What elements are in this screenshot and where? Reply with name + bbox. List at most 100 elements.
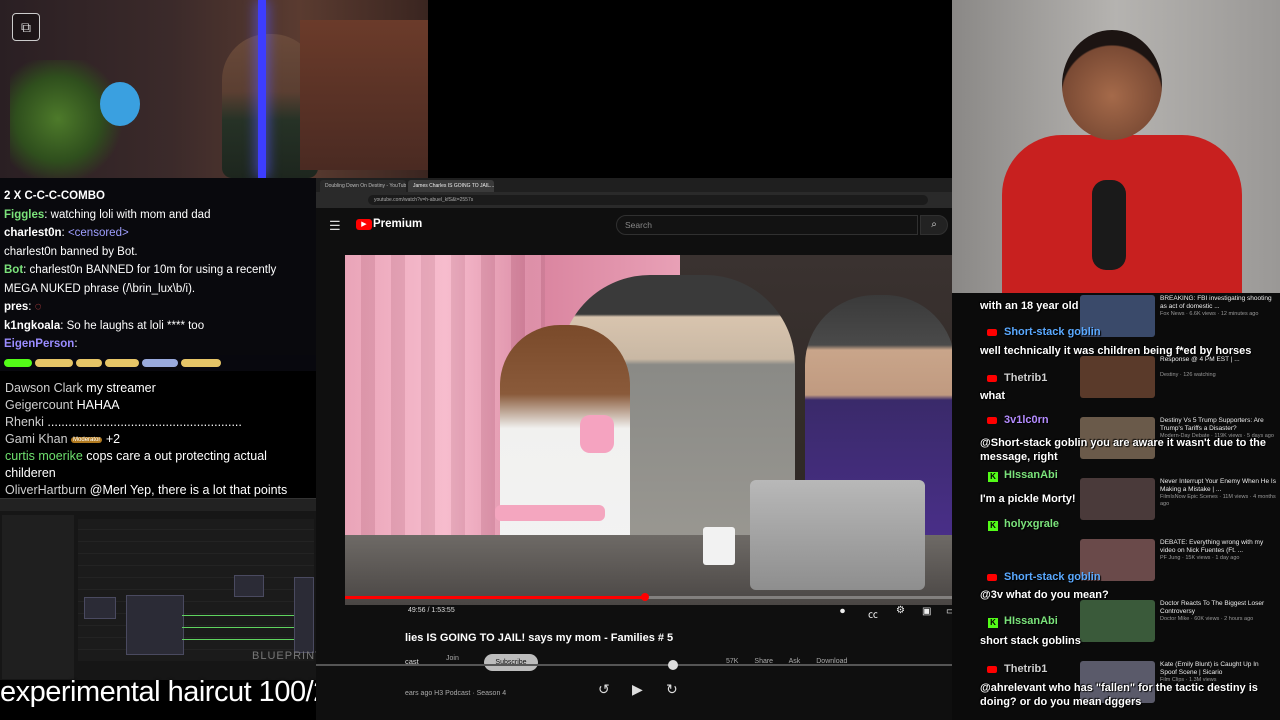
blueprint-graph[interactable] [78, 519, 314, 661]
chat-message: well technically it was children being f… [980, 345, 1252, 357]
screenshot-icon[interactable]: ⧉ [12, 13, 40, 41]
graph-node[interactable] [234, 575, 264, 597]
video-thumbnail[interactable] [1080, 600, 1155, 642]
laptop [750, 480, 925, 590]
graph-wire [182, 639, 294, 640]
chat-username: curtis moerike [5, 449, 83, 463]
youtube-brand[interactable]: Premium [373, 218, 422, 230]
streamer-webcam-right [952, 0, 1280, 293]
recommended-title[interactable]: Never Interrupt Your Enemy When He Is Ma… [1160, 478, 1276, 494]
chat-username: Short-stack goblin [1004, 571, 1101, 583]
chat-username: holyxgrale [1004, 518, 1060, 530]
recommended-video[interactable]: Response @ 4 PM EST | ... Destiny · 126 w… [1080, 356, 1276, 412]
badge [35, 359, 73, 367]
recommended-video[interactable]: Doctor Reacts To The Biggest Loser Contr… [1080, 600, 1276, 656]
kick-icon: K [988, 521, 998, 531]
kick-icon: K [988, 618, 998, 628]
chat-line: k1ngkoala: So he laughs at loli **** too [4, 320, 312, 339]
recommended-title[interactable]: Doctor Reacts To The Biggest Loser Contr… [1160, 600, 1276, 616]
search-icon[interactable]: ⌕ [920, 215, 948, 235]
video-meta: ears ago H3 Podcast · Season 4 [405, 690, 507, 697]
chat-message: what [980, 390, 1006, 402]
play-icon[interactable]: ▶ [632, 681, 643, 698]
autoplay-toggle-icon[interactable]: ⏺ [840, 606, 845, 617]
youtube-header: ☰ ▶ Premium Search ⌕ [316, 208, 952, 244]
pink-microphone [580, 415, 614, 453]
rewind-icon[interactable]: ↺ [598, 681, 610, 698]
chat-message: childeren [5, 466, 56, 480]
streamer-figure [992, 20, 1242, 293]
graph-node[interactable] [84, 597, 116, 619]
chat-line: MEGA NUKED phrase (/\brin_lux\b/i). [4, 283, 312, 302]
settings-gear-icon[interactable]: ⚙ [896, 605, 905, 616]
chat-line: Geigercount HAHAA [5, 398, 312, 415]
youtube-icon [987, 666, 997, 673]
badge-row [0, 355, 316, 371]
chat-message: : So he laughs at loli **** too [60, 319, 205, 332]
recommended-meta: PF Jung · 15K views · 1 day ago [1160, 555, 1240, 561]
recommended-title[interactable]: Response @ 4 PM EST | ... [1160, 356, 1276, 364]
chat-message: with an 18 year old [980, 300, 1079, 312]
search-input[interactable]: Search [616, 215, 918, 235]
youtube-icon [987, 417, 997, 424]
chat-username: Rhenki [5, 415, 44, 429]
video-progress-bar[interactable] [345, 593, 952, 601]
badge [142, 359, 178, 367]
video-player[interactable] [345, 255, 952, 605]
chat-username: Thetrib1 [1004, 372, 1048, 384]
recommended-meta: Doctor Mike · 60K views · 2 hours ago [1160, 616, 1254, 622]
chat-message: : charlest0n BANNED for 10m for using a … [23, 264, 277, 276]
chat-username: pres [4, 301, 29, 313]
browser-window: Doubling Down On Destiny - YouTube James… [316, 178, 952, 720]
chat-message: +2 [102, 432, 121, 446]
scrub-knob[interactable] [668, 660, 678, 670]
recommended-video[interactable]: BREAKING: FBI investigating shooting as … [1080, 295, 1276, 351]
kick-icon: K [988, 472, 998, 482]
combo-text: 2 X C-C-C-COMBO [4, 190, 105, 202]
url-field[interactable]: youtube.com/watch?v=h-abuel_kfS&t=2557s [368, 195, 928, 205]
editor-left-panel[interactable] [2, 515, 74, 679]
chat-username: OliverHartburn [5, 483, 87, 497]
recommended-meta: Destiny · 126 watching [1160, 372, 1216, 378]
chat-username: Gami Khan [5, 432, 68, 446]
streamer-webcam-left [0, 0, 428, 178]
badge [76, 359, 102, 367]
blue-light [258, 0, 266, 178]
chat-line: 2 X C-C-C-COMBO [4, 190, 312, 209]
chat-message: @Short-stack goblin you are aware it was… [980, 437, 1266, 463]
recommended-title[interactable]: BREAKING: FBI investigating shooting as … [1160, 295, 1276, 311]
youtube-logo-icon[interactable]: ▶ [356, 219, 372, 230]
chat-line: charlest0n banned by Bot. [4, 246, 312, 265]
recommended-video[interactable]: Never Interrupt Your Enemy When He Is Ma… [1080, 478, 1276, 534]
subscribe-button[interactable]: Subscribe [484, 654, 538, 671]
mug [703, 527, 735, 565]
hamburger-menu-icon[interactable]: ☰ [329, 219, 341, 232]
graph-node[interactable] [294, 577, 314, 653]
video-time: 49:56 / 1:53:55 [408, 607, 455, 614]
captions-icon[interactable]: ㏄ [868, 606, 878, 621]
browser-tab-active[interactable]: James Charles IS GOING TO JAIL... [408, 180, 494, 192]
video-thumbnail[interactable] [1080, 356, 1155, 398]
chat-message: I'm a pickle Morty! [980, 493, 1076, 505]
join-button[interactable]: Join [446, 655, 459, 662]
chat-overlay-bottom: Dawson Clark my streamer Geigercount HAH… [0, 372, 316, 498]
media-scrub-bar[interactable] [316, 660, 952, 670]
chat-message: : [28, 301, 32, 313]
recommended-title[interactable]: Kate (Emily Blunt) is Caught Up In Spoof… [1160, 661, 1276, 677]
video-title: lies IS GOING TO JAIL! says my mom - Fam… [405, 632, 674, 644]
browser-tab[interactable]: Doubling Down On Destiny - YouTube [320, 180, 406, 192]
forward-icon[interactable]: ↻ [666, 681, 678, 698]
mascot-figure [100, 82, 140, 126]
video-thumbnail[interactable] [1080, 478, 1155, 520]
chat-message: HAHAA [73, 398, 120, 412]
progress-fill [345, 596, 646, 599]
recommended-title[interactable]: Destiny Vs 5 Trump Supporters: Are Trump… [1160, 417, 1276, 433]
censored-tag: <censored> [67, 227, 129, 239]
graph-node[interactable] [126, 595, 184, 655]
chat-message: ........................................… [43, 415, 242, 429]
chat-line: Bot: charlest0n BANNED for 10m for using… [4, 264, 312, 283]
recommended-video[interactable]: DEBATE: Everything wrong with my video o… [1080, 539, 1276, 595]
miniplayer-icon[interactable]: ▣ [922, 606, 931, 617]
badge [4, 359, 32, 367]
recommended-title[interactable]: DEBATE: Everything wrong with my video o… [1160, 539, 1276, 555]
